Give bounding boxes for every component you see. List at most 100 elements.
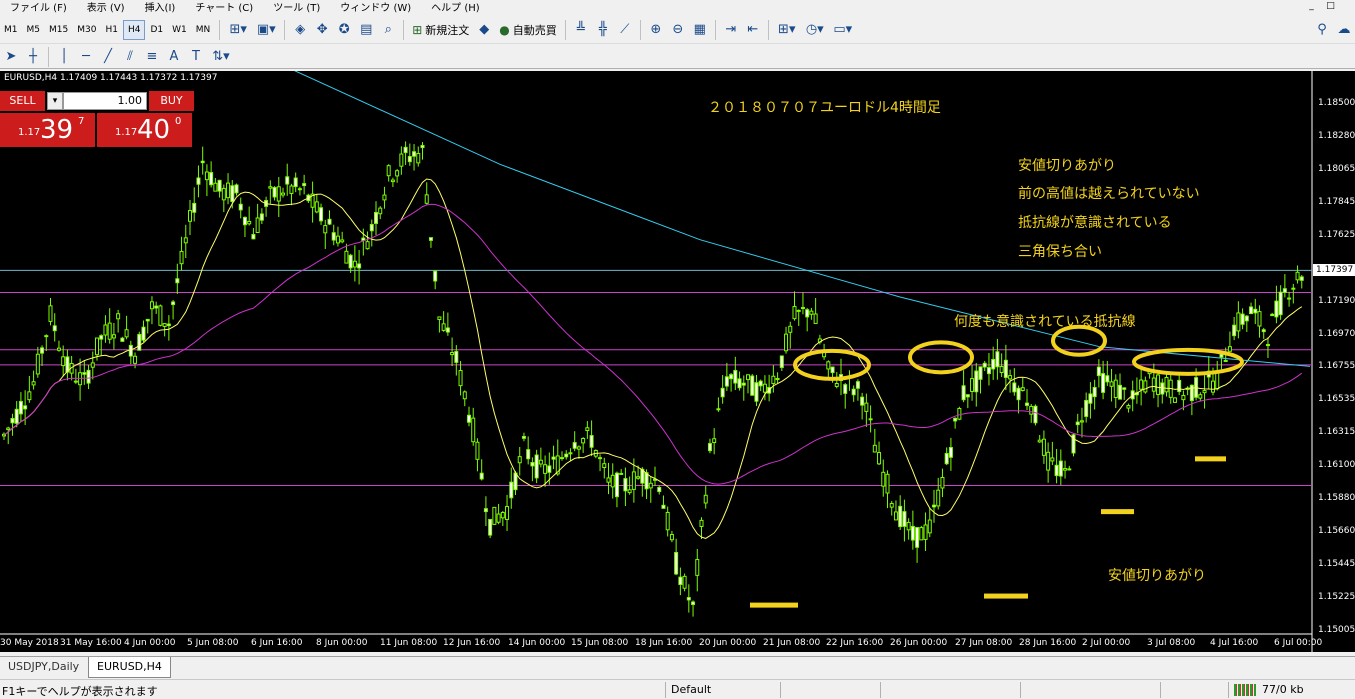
candle-body	[893, 511, 898, 521]
search-icon[interactable]: ⚲	[1311, 20, 1333, 40]
auto-scroll-icon[interactable]: ⇥	[720, 20, 742, 40]
timeframe-m30[interactable]: M30	[73, 20, 100, 40]
timeframe-m15[interactable]: M15	[45, 20, 72, 40]
candle-body	[200, 160, 205, 164]
candle-body	[56, 347, 61, 351]
vertical-line-icon[interactable]: │	[53, 47, 75, 67]
candle-body	[268, 186, 273, 189]
periods-icon[interactable]: ◷▾	[801, 20, 829, 40]
menu-insert[interactable]: 挿入(I)	[135, 0, 186, 13]
bar-chart-icon[interactable]: ╩	[570, 20, 592, 40]
horizontal-line-icon[interactable]: ─	[75, 47, 97, 67]
candle-body	[750, 375, 755, 396]
candle-body	[868, 418, 873, 421]
buy-button[interactable]: BUY	[149, 91, 194, 111]
candle-body	[247, 220, 252, 225]
terminal-icon[interactable]: ▤	[355, 20, 377, 40]
candle-body	[1139, 379, 1144, 390]
text-icon[interactable]: A	[163, 47, 185, 67]
buy-price-box[interactable]: 1.17 40 0	[97, 113, 192, 147]
chart-window[interactable]: EURUSD,H4 1.17409 1.17443 1.17372 1.1739…	[0, 71, 1355, 652]
candle-body	[141, 326, 146, 341]
line-chart-icon[interactable]: ⟋	[614, 20, 636, 40]
resistance-touch-circle	[908, 340, 974, 375]
metaeditor-icon[interactable]: ◆	[473, 20, 495, 40]
sell-button[interactable]: SELL	[0, 91, 45, 111]
candle-body	[276, 186, 281, 202]
timeframe-w1[interactable]: W1	[168, 20, 191, 40]
candle-body	[965, 394, 970, 398]
autotrade-button[interactable]: ● 自動売買	[495, 20, 560, 40]
restore-button[interactable]: □	[1324, 0, 1337, 12]
candle-body	[1202, 390, 1207, 394]
candle-body	[885, 473, 890, 494]
menu-tools[interactable]: ツール (T)	[263, 0, 330, 13]
tab-usdjpy-daily[interactable]: USDJPY,Daily	[0, 657, 87, 678]
sell-price-box[interactable]: 1.17 39 7	[0, 113, 95, 147]
fibonacci-icon[interactable]: ≡	[141, 47, 163, 67]
minimize-button[interactable]: _	[1305, 0, 1318, 12]
timeframe-h4[interactable]: H4	[122, 19, 146, 40]
timeframe-d1[interactable]: D1	[146, 20, 167, 40]
trendline-icon[interactable]: ╱	[97, 47, 119, 67]
candle-body	[386, 165, 391, 177]
lot-dropdown[interactable]: ▾	[47, 92, 63, 110]
candle-body	[374, 212, 378, 224]
candle-body	[90, 362, 95, 368]
crosshair-icon[interactable]: ┼	[22, 47, 44, 67]
candle-body	[703, 494, 708, 504]
candle-body	[877, 452, 882, 465]
candle-body	[18, 400, 23, 415]
chat-icon[interactable]: ☁	[1333, 20, 1355, 40]
zoom-in-icon[interactable]: ⊕	[645, 20, 667, 40]
market-watch-icon[interactable]: ◈	[289, 20, 311, 40]
status-separator	[1160, 682, 1161, 698]
candle-body	[1109, 381, 1114, 387]
templates-icon[interactable]: ▭▾	[829, 20, 857, 40]
indicators-icon[interactable]: ⊞▾	[773, 20, 801, 40]
timeframe-mn[interactable]: MN	[192, 20, 215, 40]
zoom-out-icon[interactable]: ⊖	[667, 20, 689, 40]
candle-body	[1003, 359, 1008, 378]
menu-view[interactable]: 表示 (V)	[77, 0, 135, 13]
candle-body	[44, 335, 49, 338]
menu-help[interactable]: ヘルプ (H)	[421, 0, 490, 13]
chart-shift-icon[interactable]: ⇤	[742, 20, 764, 40]
cursor-icon[interactable]: ➤	[0, 47, 22, 67]
strategy-tester-icon[interactable]: ⌕	[377, 20, 399, 40]
time-tick-label: 4 Jun 00:00	[124, 638, 176, 648]
data-window-icon[interactable]: ✥	[311, 20, 333, 40]
timeframe-h1[interactable]: H1	[101, 20, 122, 40]
menu-window[interactable]: ウィンドウ (W)	[330, 0, 421, 13]
price-tick-label: 1.15225	[1318, 591, 1355, 602]
candle-body	[1257, 311, 1262, 327]
candle-body	[1223, 359, 1228, 362]
timeframe-m5[interactable]: M5	[23, 20, 45, 40]
menu-file[interactable]: ファイル (F)	[0, 0, 77, 13]
arrows-icon[interactable]: ⇅▾	[207, 47, 235, 67]
candle-body	[492, 506, 497, 525]
candle-body	[61, 356, 66, 367]
menu-chart[interactable]: チャート (C)	[185, 0, 263, 13]
candle-body	[395, 170, 400, 177]
new-order-icon: ⊞	[412, 22, 423, 37]
candle-body	[568, 452, 573, 455]
timeframe-m1[interactable]: M1	[0, 20, 22, 40]
candle-body	[834, 383, 839, 387]
candle-body	[805, 309, 810, 318]
candlestick-chart-icon[interactable]: ╬	[592, 20, 614, 40]
candle-body	[441, 323, 446, 331]
new-order-button[interactable]: ⊞ 新規注文	[408, 20, 473, 40]
candle-body	[369, 223, 374, 232]
text-label-icon[interactable]: T	[185, 47, 207, 67]
lot-input[interactable]: 1.00	[63, 92, 147, 110]
new-chart-icon[interactable]: ⊞▾	[224, 20, 252, 40]
candle-body	[1092, 386, 1097, 398]
candle-body	[1096, 366, 1101, 377]
tab-eurusd-h4[interactable]: EURUSD,H4	[88, 657, 171, 678]
channel-icon[interactable]: ⫽	[119, 47, 141, 67]
navigator-icon[interactable]: ✪	[333, 20, 355, 40]
tile-windows-icon[interactable]: ▦	[689, 20, 711, 40]
profiles-icon[interactable]: ▣▾	[252, 20, 280, 40]
candle-body	[1295, 271, 1300, 281]
